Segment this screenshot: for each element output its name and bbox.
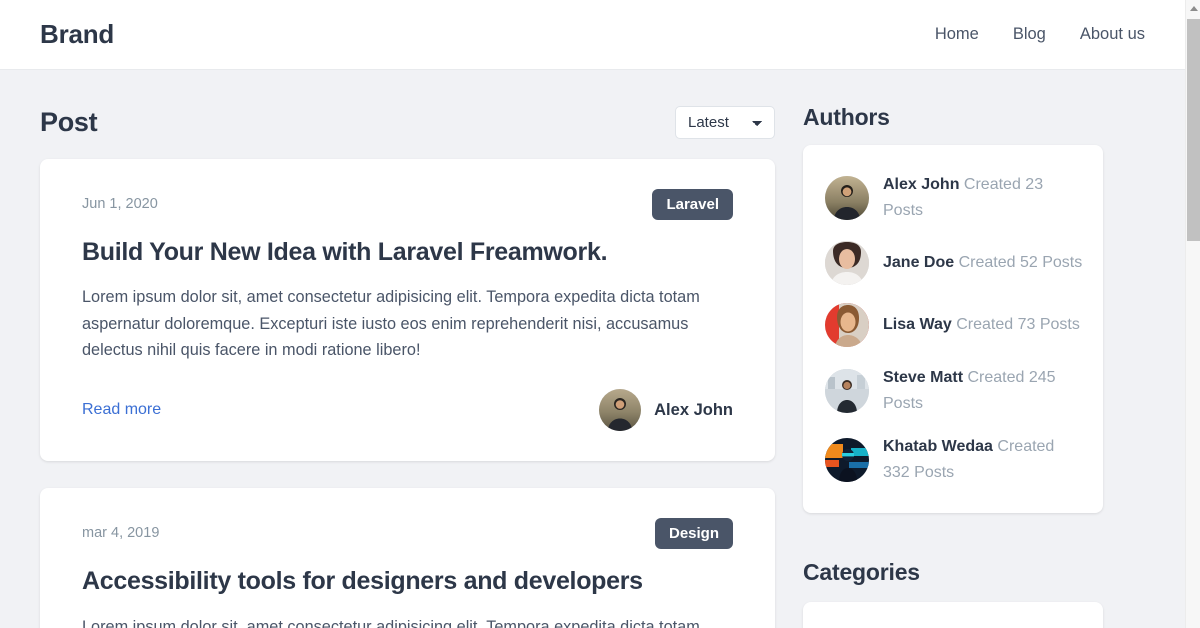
post-excerpt: Lorem ipsum dolor sit, amet consectetur … bbox=[82, 284, 702, 363]
post-title[interactable]: Build Your New Idea with Laravel Freamwo… bbox=[82, 237, 733, 268]
avatar-photo-icon bbox=[825, 176, 869, 220]
authors-heading: Authors bbox=[803, 70, 1103, 145]
brand-logo[interactable]: Brand bbox=[40, 19, 114, 50]
posts-header: Post Latest Oldest Popular bbox=[40, 70, 775, 159]
author-entry-text: Jane Doe Created 52 Posts bbox=[883, 250, 1082, 276]
page-root: Brand Home Blog About us Post Latest Old… bbox=[0, 0, 1185, 628]
avatar bbox=[599, 389, 641, 431]
post-excerpt: Lorem ipsum dolor sit, amet consectetur … bbox=[82, 614, 702, 628]
authors-card: Alex John Created 23 Posts bbox=[803, 145, 1103, 513]
list-item[interactable]: Jane Doe Created 52 Posts bbox=[825, 232, 1083, 294]
author-meta: Created 73 Posts bbox=[956, 316, 1080, 333]
avatar-photo-icon bbox=[825, 303, 869, 347]
avatar bbox=[825, 303, 869, 347]
post-date: Jun 1, 2020 bbox=[82, 196, 158, 212]
scrollbar-thumb[interactable] bbox=[1187, 19, 1200, 241]
author-entry-text: Steve Matt Created 245 Posts bbox=[883, 365, 1083, 416]
list-item[interactable]: Khatab Wedaa Created 332 Posts bbox=[825, 425, 1083, 494]
browser-viewport: Brand Home Blog About us Post Latest Old… bbox=[0, 0, 1200, 628]
sidebar: Authors bbox=[803, 70, 1103, 628]
sort-select[interactable]: Latest Oldest Popular bbox=[675, 106, 775, 139]
avatar bbox=[825, 369, 869, 413]
page-scrollbar[interactable] bbox=[1185, 0, 1200, 628]
posts-column: Post Latest Oldest Popular Jun 1, 2020 L… bbox=[40, 70, 775, 628]
author-name: Khatab Wedaa bbox=[883, 438, 993, 455]
post-author-name: Alex John bbox=[654, 401, 733, 420]
post-date: mar 4, 2019 bbox=[82, 525, 159, 541]
post-title[interactable]: Accessibility tools for designers and de… bbox=[82, 566, 733, 597]
categories-card bbox=[803, 602, 1103, 628]
avatar-photo-icon bbox=[825, 369, 869, 413]
nav-link-about-us[interactable]: About us bbox=[1080, 25, 1145, 44]
author-entry-text: Khatab Wedaa Created 332 Posts bbox=[883, 434, 1083, 485]
author-entry-text: Lisa Way Created 73 Posts bbox=[883, 312, 1080, 338]
read-more-link[interactable]: Read more bbox=[82, 401, 161, 419]
nav-link-blog[interactable]: Blog bbox=[1013, 25, 1046, 44]
avatar-photo-icon bbox=[825, 438, 869, 482]
primary-nav: Home Blog About us bbox=[935, 25, 1145, 44]
author-name: Alex John bbox=[883, 176, 959, 193]
author-name: Lisa Way bbox=[883, 316, 952, 333]
post-footer: Read more bbox=[82, 389, 733, 431]
avatar bbox=[825, 438, 869, 482]
author-meta: Created 52 Posts bbox=[959, 254, 1083, 271]
site-header: Brand Home Blog About us bbox=[0, 0, 1185, 70]
page-container: Post Latest Oldest Popular Jun 1, 2020 L… bbox=[0, 70, 1185, 628]
nav-link-home[interactable]: Home bbox=[935, 25, 979, 44]
author-entry-text: Alex John Created 23 Posts bbox=[883, 172, 1083, 223]
list-item[interactable]: Lisa Way Created 73 Posts bbox=[825, 294, 1083, 356]
avatar-photo-icon bbox=[825, 241, 869, 285]
post-tag-badge[interactable]: Design bbox=[655, 518, 733, 549]
author-name: Steve Matt bbox=[883, 369, 963, 386]
post-card[interactable]: mar 4, 2019 Design Accessibility tools f… bbox=[40, 488, 775, 628]
page-title: Post bbox=[40, 107, 97, 138]
author-name: Jane Doe bbox=[883, 254, 954, 271]
post-card[interactable]: Jun 1, 2020 Laravel Build Your New Idea … bbox=[40, 159, 775, 461]
avatar bbox=[825, 176, 869, 220]
list-item[interactable]: Steve Matt Created 245 Posts bbox=[825, 356, 1083, 425]
post-tag-badge[interactable]: Laravel bbox=[652, 189, 733, 220]
post-meta-row: Jun 1, 2020 Laravel bbox=[82, 185, 733, 223]
list-item[interactable]: Alex John Created 23 Posts bbox=[825, 163, 1083, 232]
scroll-up-arrow-icon[interactable] bbox=[1186, 0, 1200, 16]
post-meta-row: mar 4, 2019 Design bbox=[82, 514, 733, 552]
post-author[interactable]: Alex John bbox=[599, 389, 733, 431]
categories-heading: Categories bbox=[803, 513, 1103, 602]
avatar bbox=[825, 241, 869, 285]
avatar-photo-icon bbox=[599, 389, 641, 431]
